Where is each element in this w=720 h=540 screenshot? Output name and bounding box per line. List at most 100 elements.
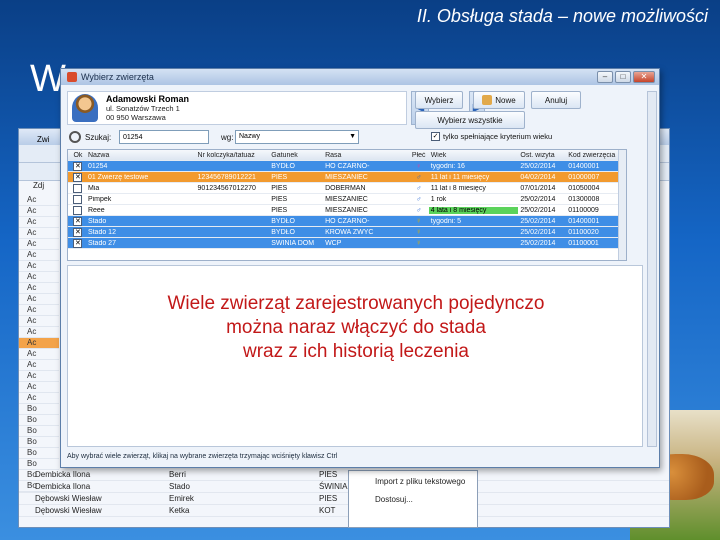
row-checkbox[interactable]: ✕ xyxy=(68,216,86,226)
maximize-button[interactable]: □ xyxy=(615,71,631,83)
checkbox[interactable] xyxy=(73,183,83,193)
breed: HO CZARNO- xyxy=(325,217,370,225)
list-item[interactable]: Ac xyxy=(19,327,59,338)
age-filter[interactable]: ✓ tylko spełniające kryterium wieku xyxy=(431,132,552,141)
animal-name: Emirek xyxy=(169,494,194,503)
table-row[interactable]: Dębowski Wiesław Emirek PIES xyxy=(19,493,669,505)
age-filter-checkbox[interactable]: ✓ xyxy=(431,132,440,141)
table-row[interactable]: Pimpek PIES MIESZANIEC ♂ 1 rok 25/02/2014 0130… xyxy=(68,194,626,205)
search-input[interactable] xyxy=(119,130,209,144)
table-row[interactable]: Dębowski Wiesław Ketka KOT xyxy=(19,505,669,517)
select-button-label: Wybierz xyxy=(424,95,454,105)
list-item[interactable]: Ac xyxy=(19,305,59,316)
new-button[interactable]: Nowe xyxy=(473,91,525,109)
checkbox[interactable]: ✕ xyxy=(73,227,83,237)
ear-tag: 901234567012270 xyxy=(197,184,256,192)
animal-name: Stado xyxy=(87,217,107,225)
column-header[interactable]: Nr kolczyka/tatuaż xyxy=(196,152,270,159)
table-row[interactable]: ✕ 01 Zwierzę testowe 123456789012221 PIES MI… xyxy=(68,172,626,183)
age-filter-label: tylko spełniające kryterium wieku xyxy=(443,132,553,141)
row-checkbox[interactable]: ✕ xyxy=(68,172,86,182)
table-row[interactable]: Mia 901234567012270 PIES DOBERMAN ♂ 11 lat i … xyxy=(68,183,626,194)
list-item[interactable]: Bo xyxy=(19,437,59,448)
callout-text: Wiele zwierząt zarejestrowanych pojedync… xyxy=(68,292,644,364)
list-item[interactable]: Ac xyxy=(19,250,59,261)
checkbox[interactable]: ✕ xyxy=(73,238,83,248)
owner-name: Dembicka Ilona xyxy=(35,482,91,491)
list-item[interactable]: Ac xyxy=(19,316,59,327)
table-row[interactable]: Reee PIES MIESZANIEC ♂ 4 lata i 8 miesięcy 25… xyxy=(68,205,626,216)
column-header[interactable]: Rasa xyxy=(323,152,407,159)
select-button[interactable]: Wybierz xyxy=(415,91,463,109)
callout-line-3: wraz z ich historią leczenia xyxy=(243,341,469,362)
column-header[interactable]: Gatunek xyxy=(269,152,323,159)
select-all-button[interactable]: Wybierz wszystkie xyxy=(415,111,525,129)
background-bottom-rows: Dembicka Ilona Berri PIES Dembicka Ilona Sta… xyxy=(19,469,669,517)
breed: HO CZARNO- xyxy=(325,162,370,170)
list-item[interactable]: Ac xyxy=(19,349,59,360)
breed: MIESZANIEC xyxy=(325,195,368,203)
list-item[interactable]: Ac xyxy=(19,239,59,250)
list-item[interactable]: Ac xyxy=(19,294,59,305)
checkbox[interactable] xyxy=(73,194,83,204)
last-visit: 07/01/2014 xyxy=(520,184,556,192)
owner-name: Dębowski Wiesław xyxy=(35,506,102,515)
checkbox[interactable]: ✕ xyxy=(73,172,83,182)
list-item[interactable]: Bo xyxy=(19,404,59,415)
dialog-scrollbar[interactable] xyxy=(647,91,657,447)
row-checkbox[interactable] xyxy=(68,205,86,215)
list-item[interactable]: Ac xyxy=(19,206,59,217)
list-item[interactable]: Bo xyxy=(19,448,59,459)
list-item[interactable]: Bo xyxy=(19,426,59,437)
close-button[interactable]: ✕ xyxy=(633,71,655,83)
table-scrollbar[interactable] xyxy=(618,150,626,260)
menu-item-import-text-file[interactable]: Import z pliku tekstowego xyxy=(349,475,477,489)
column-header[interactable]: Nazwa xyxy=(86,152,196,159)
selection-hint: Aby wybrać wiele zwierząt, klikaj na wyb… xyxy=(67,453,338,460)
list-item[interactable]: Bo xyxy=(19,415,59,426)
list-item[interactable]: Ac xyxy=(19,272,59,283)
checkbox[interactable]: ✕ xyxy=(73,216,83,226)
list-item[interactable]: Ac xyxy=(19,261,59,272)
table-row[interactable]: ✕ Stado 12 BYDŁO KROWA ZWYC ☿ 25/02/2014 01100… xyxy=(68,227,626,238)
cancel-button[interactable]: Anuluj xyxy=(531,91,581,109)
table-row[interactable]: ✕ 01254 BYDŁO HO CZARNO- ♀ tygodni: 16 25/02/2… xyxy=(68,161,626,172)
row-checkbox[interactable] xyxy=(68,194,86,204)
list-item[interactable]: Ac xyxy=(19,393,59,404)
sex-icon: ☿ xyxy=(416,228,422,236)
row-checkbox[interactable] xyxy=(68,183,86,193)
ear-tag: 123456789012221 xyxy=(197,173,256,181)
column-header[interactable]: Wiek xyxy=(429,152,519,159)
table-row[interactable]: ✕ Stado BYDŁO HO CZARNO- ☿ tygodni: 5 25/02/20… xyxy=(68,216,626,227)
list-item[interactable]: Ac xyxy=(19,217,59,228)
table-row[interactable]: ✕ Stado 27 ŚWINIA DOM WCP ☿ 25/02/2014 0110000… xyxy=(68,238,626,249)
column-header[interactable]: Ok xyxy=(68,152,86,159)
minimize-button[interactable]: – xyxy=(597,71,613,83)
list-item[interactable]: Ac xyxy=(19,195,59,206)
search-field-select[interactable]: Nazwy ▼ xyxy=(235,130,359,144)
list-item[interactable]: Ac xyxy=(19,382,59,393)
row-checkbox[interactable]: ✕ xyxy=(68,161,86,171)
list-item[interactable]: Ac xyxy=(19,360,59,371)
callout-line-2: można naraz włączyć do stada xyxy=(226,317,486,338)
column-header[interactable]: Płeć xyxy=(407,152,429,159)
list-item[interactable]: Ac xyxy=(19,283,59,294)
checkbox[interactable] xyxy=(73,205,83,215)
list-item[interactable]: Ac xyxy=(19,338,59,349)
table-row[interactable]: Dembicka Ilona Stado ŚWINIA DOM xyxy=(19,481,669,493)
menu-item-customize[interactable]: Dostosuj... xyxy=(349,493,477,507)
table-row[interactable]: Dembicka Ilona Berri PIES xyxy=(19,469,669,481)
list-item[interactable]: Ac xyxy=(19,228,59,239)
list-item[interactable]: Ac xyxy=(19,371,59,382)
row-checkbox[interactable]: ✕ xyxy=(68,238,86,248)
age: tygodni: 5 xyxy=(430,217,462,225)
species: ŚWINIA DOM xyxy=(271,239,315,247)
species: PIES xyxy=(271,173,288,181)
owner-street: ul. Sonatzów Trzech 1 xyxy=(106,104,180,113)
owner-info: Adamowski Roman ul. Sonatzów Trzech 1 00… xyxy=(106,94,189,122)
checkbox[interactable]: ✕ xyxy=(73,161,83,171)
search-label: Szukaj: xyxy=(85,133,112,142)
row-checkbox[interactable]: ✕ xyxy=(68,227,86,237)
column-header[interactable]: Ost. wizyta xyxy=(518,152,566,159)
age: 11 lat i 11 miesięcy xyxy=(430,173,490,181)
